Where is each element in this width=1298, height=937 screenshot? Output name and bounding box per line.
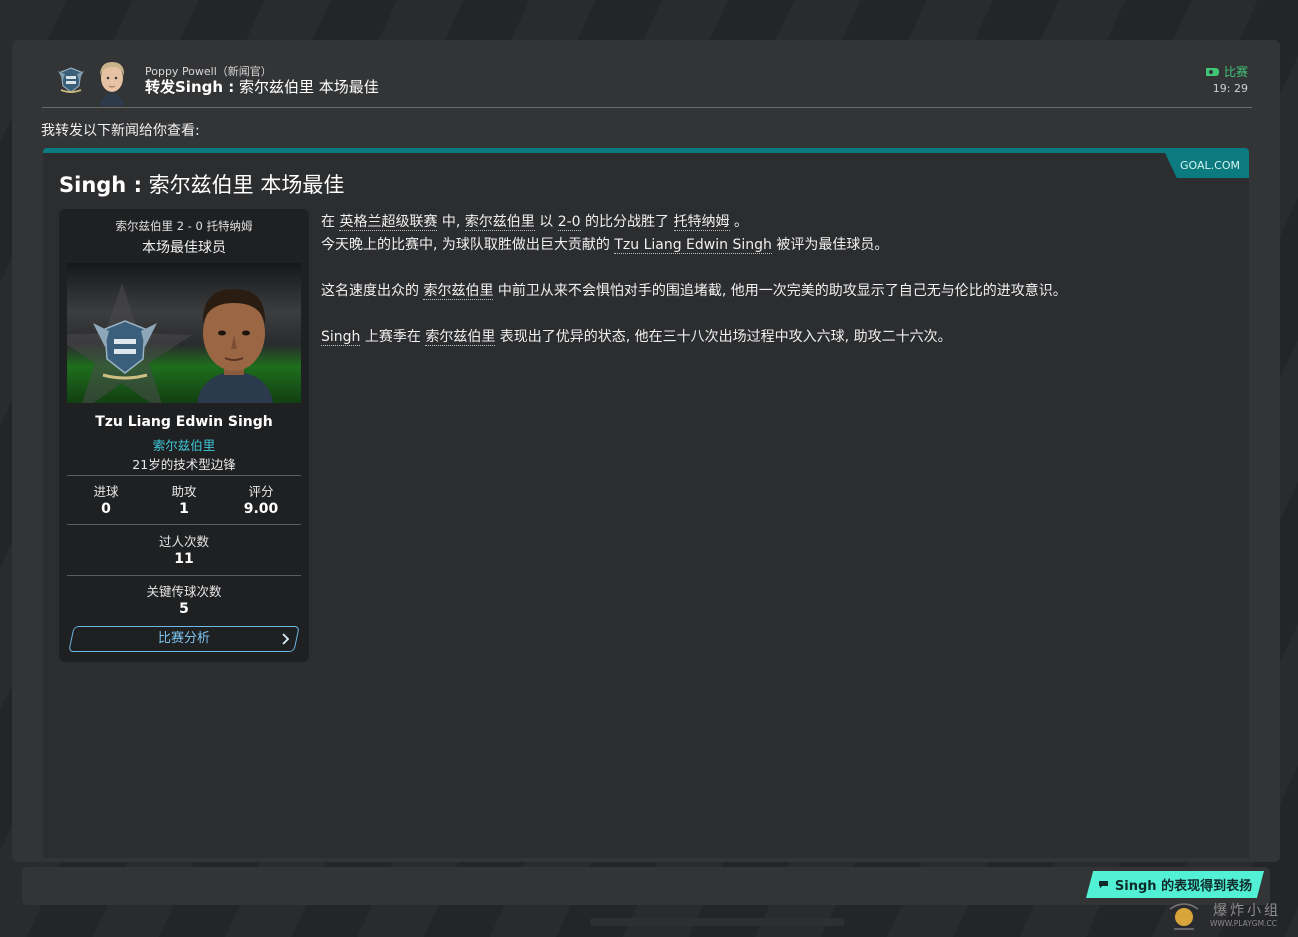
watermark-url: WWW.PLAYGM.CC — [1210, 919, 1277, 928]
player-of-match-card: 索尔兹伯里 2 - 0 托特纳姆 本场最佳球员 Tzu Liang Edwin … — [59, 209, 309, 662]
news-article: GOAL.COM Singh : 索尔兹伯里 本场最佳 索尔兹伯里 2 - 0 … — [43, 148, 1249, 858]
key-passes-label: 关键传球次数 — [146, 584, 222, 599]
player-link[interactable]: Tzu Liang Edwin Singh — [614, 237, 772, 254]
text: 中前卫从来不会惧怕对手的围追堵截, 他用一次完美的助攻显示了自己无与伦比的进攻意… — [493, 283, 1067, 299]
forward-intro: 我转发以下新闻给你查看: — [41, 123, 200, 139]
text: 以 — [534, 214, 558, 230]
player-name[interactable]: Tzu Liang Edwin Singh — [59, 414, 309, 430]
text: 表现出了优异的状态, 他在三十八次出场过程中攻入六球, 助攻二十六次。 — [495, 329, 952, 345]
award-title: 本场最佳球员 — [142, 240, 226, 256]
reply-bar — [22, 867, 1270, 905]
message-header: Poppy Powell（新闻官） 转发Singh : 索尔兹伯里 本场最佳 比… — [42, 58, 1252, 108]
player-photo — [67, 263, 301, 403]
player-face — [197, 289, 273, 403]
text: 中, — [437, 214, 465, 230]
message-subject: 转发Singh : 索尔兹伯里 本场最佳 — [145, 76, 379, 97]
news-source: GOAL.COM — [1165, 153, 1249, 178]
text: 的比分战胜了 — [580, 214, 674, 230]
headline-bold: Singh : — [59, 173, 142, 197]
match-analysis-label[interactable]: 比赛分析 — [71, 626, 297, 652]
dribbles-value: 11 — [174, 551, 194, 567]
player-photo-art — [67, 283, 273, 403]
assists-label: 助攻 — [171, 484, 197, 499]
category-label: 比赛 — [1223, 65, 1248, 79]
goals-value: 0 — [101, 501, 111, 517]
paragraph: 这名速度出众的 索尔兹伯里 中前卫从来不会惧怕对手的围追堵截, 他用一次完美的助… — [321, 280, 1221, 303]
speech-bubble-icon — [1098, 881, 1108, 889]
text: 被评为最佳球员。 — [771, 237, 889, 253]
headline-rest: 索尔兹伯里 本场最佳 — [141, 173, 345, 197]
chevron-right-icon — [282, 633, 290, 645]
key-passes-value: 5 — [179, 601, 189, 617]
article-headline: Singh : 索尔兹伯里 本场最佳 — [59, 169, 344, 199]
goals-label: 进球 — [93, 484, 119, 499]
message-time: 19: 29 — [1212, 82, 1248, 95]
subject-rest: 索尔兹伯里 本场最佳 — [234, 78, 379, 96]
rating-label: 评分 — [248, 484, 274, 499]
ticket-icon — [1205, 67, 1219, 76]
paragraph: 今天晚上的比赛中, 为球队取胜做出巨大贡献的 Tzu Liang Edwin S… — [321, 234, 1221, 257]
divider — [67, 524, 301, 525]
praise-reply-text: Singh 的表现得到表扬 — [1114, 879, 1253, 894]
sender-avatar — [99, 62, 125, 106]
text: 在 — [321, 214, 340, 230]
league-link[interactable]: 英格兰超级联赛 — [339, 214, 438, 231]
watermark-text: 爆炸小组 — [1213, 903, 1281, 919]
divider — [67, 475, 301, 476]
club-link[interactable]: 索尔兹伯里 — [423, 283, 494, 300]
player-club[interactable]: 索尔兹伯里 — [59, 435, 309, 454]
player-role: 21岁的技术型边锋 — [132, 457, 236, 472]
assists-value: 1 — [179, 501, 189, 517]
player-link[interactable]: Singh — [321, 329, 361, 346]
score-link[interactable]: 2-0 — [557, 214, 581, 231]
message-meta: 比赛 19: 29 — [1205, 63, 1248, 95]
club-crest-icon — [58, 67, 84, 93]
rating-value: 9.00 — [243, 501, 279, 517]
club-link[interactable]: 索尔兹伯里 — [425, 329, 496, 346]
praise-reply-label[interactable]: Singh 的表现得到表扬 — [1086, 871, 1264, 898]
category-tag[interactable]: 比赛 — [1205, 63, 1248, 80]
paragraph: 在 英格兰超级联赛 中, 索尔兹伯里 以 2-0 的比分战胜了 托特纳姆 。 — [321, 211, 1221, 234]
text: 这名速度出众的 — [321, 283, 424, 299]
article-body: 在 英格兰超级联赛 中, 索尔兹伯里 以 2-0 的比分战胜了 托特纳姆 。 今… — [321, 211, 1221, 349]
club-link[interactable]: 索尔兹伯里 — [464, 214, 535, 231]
footer-strip — [590, 918, 844, 926]
dribbles-label: 过人次数 — [158, 534, 209, 549]
opponent-link[interactable]: 托特纳姆 — [673, 214, 730, 231]
text: 上赛季在 — [360, 329, 426, 345]
divider — [67, 575, 301, 576]
text: 。 — [729, 214, 748, 230]
match-result[interactable]: 索尔兹伯里 2 - 0 托特纳姆 — [59, 218, 309, 234]
subject-bold: 转发Singh : — [145, 78, 235, 96]
text: 今天晚上的比赛中, 为球队取胜做出巨大贡献的 — [321, 237, 615, 253]
paragraph: Singh 上赛季在 索尔兹伯里 表现出了优异的状态, 他在三十八次出场过程中攻… — [321, 326, 1221, 349]
